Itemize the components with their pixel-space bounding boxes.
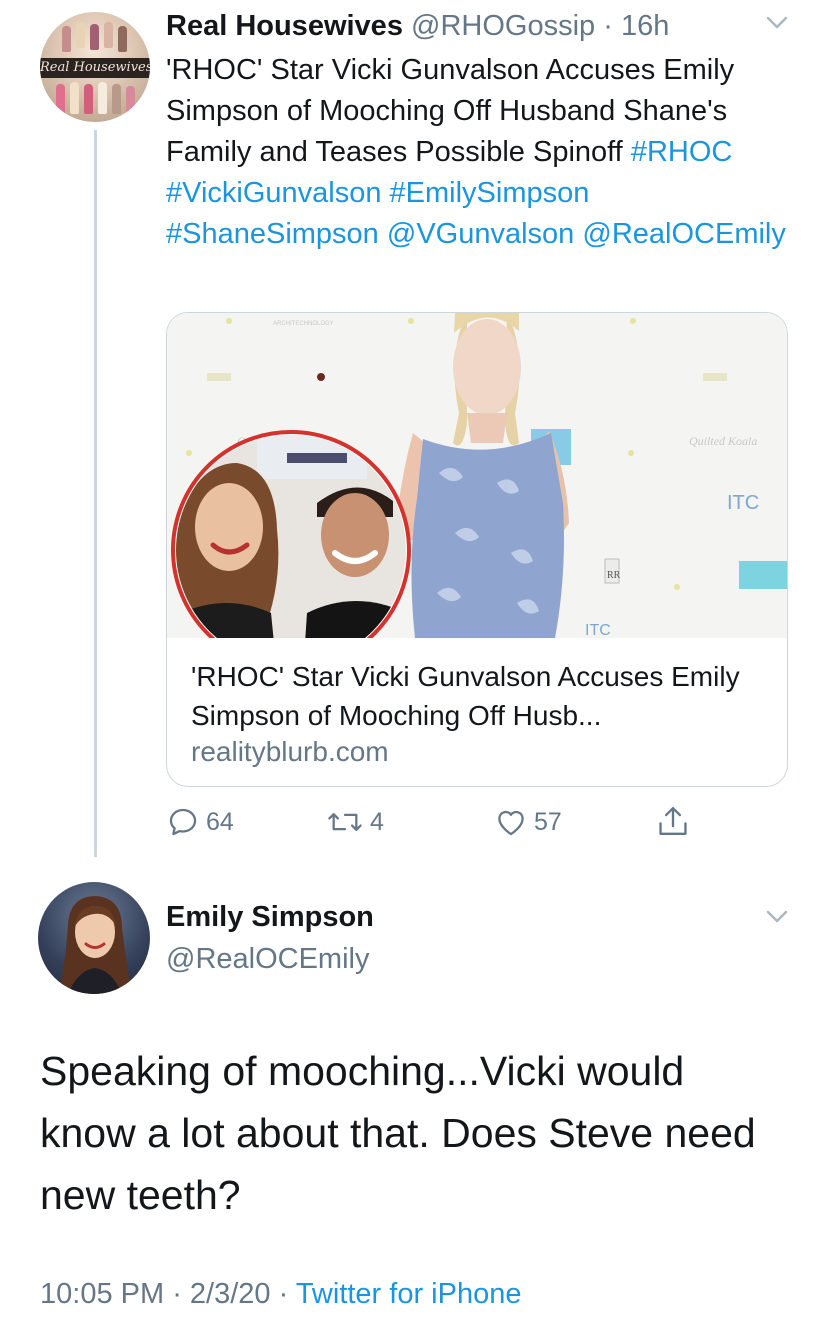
reply-icon [169,808,197,836]
backdrop-text: RR [607,570,621,581]
tweet-source-link[interactable]: Twitter for iPhone [296,1278,522,1310]
backdrop-text: ITC [585,622,611,638]
timestamp[interactable]: 16h [621,10,669,42]
card-image: ARCHITECHNOLOGY Quilted Koala Quilted Ko… [167,313,787,638]
tweet-text: 'RHOC' Star Vicki Gunvalson Accuses Emil… [166,50,786,255]
like-count: 57 [534,807,562,836]
emily-simpson-avatar[interactable] [38,882,150,994]
tweet-header: Real Housewives @RHOGossip · 16h [166,6,669,46]
hashtag-link[interactable]: #VickiGunvalson [166,177,381,209]
handle[interactable]: @RHOGossip [411,10,595,42]
chevron-down-icon[interactable] [766,910,788,924]
reply-button[interactable]: 64 [166,800,234,844]
tweet-action-bar: 64 4 57 [166,800,726,844]
share-button[interactable] [656,800,690,844]
backdrop-text: ARCHITECHNOLOGY [273,321,334,327]
like-button[interactable]: 57 [494,800,562,844]
like-icon [498,810,524,836]
avatar-photo [58,896,132,994]
tweet-date: 2/3/20 [189,1278,271,1310]
mention-link[interactable]: @VGunvalson [387,218,574,250]
chevron-down-icon[interactable] [766,16,788,30]
link-preview-card[interactable]: ARCHITECHNOLOGY Quilted Koala Quilted Ko… [166,312,788,787]
reply-count: 64 [206,807,234,836]
card-photo: ARCHITECHNOLOGY Quilted Koala Quilted Ko… [167,313,787,638]
thread-connector-line [94,130,97,857]
tweet-meta: 10:05 PM · 2/3/20 · Twitter for iPhone [40,1274,521,1314]
display-name[interactable]: Emily Simpson [166,898,374,936]
hashtag-link[interactable]: #ShaneSimpson [166,218,379,250]
tweet-time: 10:05 PM [40,1278,165,1310]
avatar-logo-band: Real Housewives [40,58,150,78]
separator-dot: · [595,10,621,42]
real-housewives-avatar[interactable]: Real Housewives [40,12,150,122]
mention-link[interactable]: @RealOCEmily [582,218,785,250]
share-icon [659,806,687,835]
separator-dot: · [270,1278,296,1310]
backdrop-text: Quilted Koala [689,434,757,448]
separator-dot: · [164,1278,190,1310]
card-domain: realityblurb.com [191,736,389,767]
retweet-button[interactable]: 4 [326,800,384,844]
backdrop-text: ITC [727,492,759,514]
hashtag-link[interactable]: #RHOC [631,136,733,168]
retweet-icon [328,813,362,831]
avatar-logo-text: Real Housewives [40,60,150,75]
display-name[interactable]: Real Housewives [166,10,403,42]
card-title[interactable]: 'RHOC' Star Vicki Gunvalson Accuses Emil… [191,657,771,735]
retweet-count: 4 [370,807,384,836]
handle[interactable]: @RealOCEmily [166,940,369,978]
tweet-text: Speaking of mooching...Vicki would know … [40,1048,756,1218]
hashtag-link[interactable]: #EmilySimpson [390,177,590,209]
